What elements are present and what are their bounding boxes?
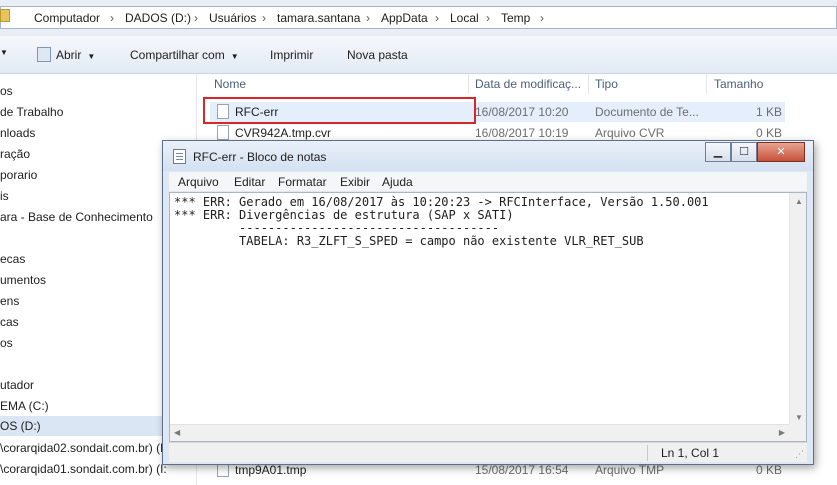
breadcrumb-computador[interactable]: Computador [34,10,100,26]
file-icon [217,125,229,140]
column-header-type[interactable]: Tipo [595,74,618,96]
column-divider[interactable] [706,74,707,94]
breadcrumb-separator-icon: › [540,11,544,25]
breadcrumb-separator-icon: › [110,11,114,25]
nav-item[interactable]: de Trabalho [0,102,63,122]
column-header-size[interactable]: Tamanho [714,74,763,96]
nav-item[interactable]: ração [0,144,30,164]
file-type: Documento de Te... [595,105,699,119]
nav-item[interactable]: ecas [0,249,25,269]
horizontal-scrollbar[interactable]: ◀ ▶ [170,424,789,441]
notepad-icon [173,149,186,164]
status-divider [647,445,648,461]
cursor-position: Ln 1, Col 1 [661,446,720,460]
highlight-annotation [203,97,476,124]
scroll-left-icon[interactable]: ◀ [174,428,180,437]
resize-grip-icon[interactable]: ⋰ [795,449,804,460]
breadcrumb-separator-icon: › [486,11,490,25]
breadcrumb-separator-icon: › [194,11,198,25]
file-size: 0 KB [756,126,783,140]
column-divider[interactable] [468,74,469,94]
file-name: CVR942A.tmp.cvr [235,126,332,140]
breadcrumb-user[interactable]: tamara.santana [277,10,360,26]
scroll-up-icon[interactable]: ▲ [795,197,803,206]
nav-item[interactable]: \corarqida01.sondait.com.br) (I: [0,459,167,479]
folder-icon [0,9,10,22]
chevron-down-icon: ▼ [230,52,239,61]
open-button[interactable]: Abrir ▼ [56,47,95,63]
vertical-scrollbar[interactable]: ▲ ▼ [789,193,806,425]
share-button[interactable]: Compartilhar com ▼ [130,47,239,63]
share-label: Compartilhar com [130,48,225,62]
document-icon [37,47,51,62]
breadcrumb-local[interactable]: Local [450,10,479,26]
menu-ajuda[interactable]: Ajuda [382,175,413,189]
column-header-name[interactable]: Nome [214,74,246,96]
breadcrumb-separator-icon: › [366,11,370,25]
column-divider[interactable] [588,74,589,94]
notepad-title: RFC-err - Bloco de notas [193,150,327,164]
print-button[interactable]: Imprimir [270,47,313,63]
nav-item[interactable]: \corarqida02.sondait.com.br) (L [0,438,167,458]
nav-item[interactable]: ens [0,291,19,311]
nav-item[interactable]: os [0,81,13,101]
open-label: Abrir [56,48,82,62]
nav-item[interactable]: nloads [0,123,35,143]
chevron-down-icon: ▼ [87,52,96,61]
maximize-button[interactable]: ☐ [731,142,757,162]
breadcrumb-temp[interactable]: Temp [501,10,530,26]
text-line: TABELA: R3_ZLFT_S_SPED = campo não exist… [174,234,644,248]
menu-exibir[interactable]: Exibir [340,175,370,189]
close-button[interactable]: ✕ [757,142,805,162]
file-size: 1 KB [756,105,783,119]
menu-bar: Arquivo Editar Formatar Exibir Ajuda [169,172,807,191]
new-folder-button[interactable]: Nova pasta [347,47,408,63]
nav-item[interactable]: cas [0,312,19,332]
breadcrumb-appdata[interactable]: AppData [381,10,428,26]
breadcrumb-dados[interactable]: DADOS (D:) [125,10,191,26]
status-bar: Ln 1, Col 1 ⋰ [169,442,807,462]
menu-arquivo[interactable]: Arquivo [178,175,219,189]
nav-item[interactable]: ara - Base de Conhecimento [0,207,153,227]
breadcrumb-separator-icon: › [262,11,266,25]
nav-item[interactable]: porario [0,165,37,185]
breadcrumb-usuarios[interactable]: Usuários [209,10,256,26]
file-date: 16/08/2017 10:19 [475,126,569,140]
chevron-down-icon[interactable]: ▼ [0,48,8,57]
text-editor[interactable]: *** ERR: Gerado em 16/08/2017 às 10:20:2… [169,192,807,442]
nav-item[interactable]: is [0,186,9,206]
nav-item[interactable]: EMA (C:) [0,396,49,416]
breadcrumb-separator-icon: › [435,11,439,25]
column-header-date[interactable]: Data de modificaç... [475,74,581,96]
scroll-down-icon[interactable]: ▼ [795,413,803,422]
scrollbar-corner [789,424,806,441]
notepad-window[interactable]: RFC-err - Bloco de notas ▁ ☐ ✕ Arquivo E… [162,140,814,465]
minimize-button[interactable]: ▁ [705,142,731,162]
file-type: Arquivo CVR [595,126,665,140]
scroll-right-icon[interactable]: ▶ [779,428,785,437]
nav-item[interactable]: os [0,333,13,353]
menu-editar[interactable]: Editar [234,175,265,189]
menu-formatar[interactable]: Formatar [278,175,327,189]
file-date: 16/08/2017 10:20 [475,105,569,119]
command-bar [0,36,837,74]
nav-item[interactable]: umentos [0,270,46,290]
notepad-titlebar[interactable]: RFC-err - Bloco de notas ▁ ☐ ✕ [163,141,813,171]
nav-item[interactable]: utador [0,375,34,395]
